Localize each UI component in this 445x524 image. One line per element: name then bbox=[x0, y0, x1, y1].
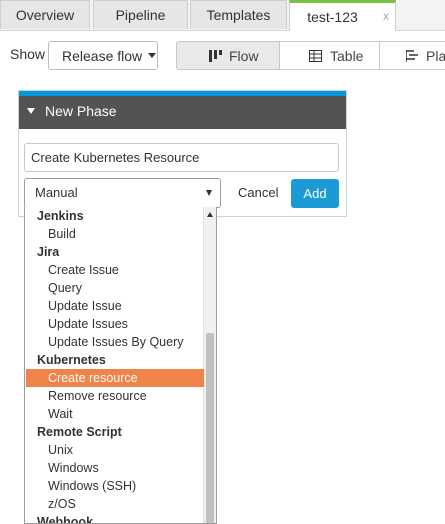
dropdown-option[interactable]: Update Issue bbox=[26, 297, 204, 315]
tab-label: test-123 bbox=[307, 9, 358, 25]
flow-label: Flow bbox=[229, 47, 259, 64]
tab-templates[interactable]: Templates bbox=[190, 0, 287, 29]
dropdown-option[interactable]: Build bbox=[26, 225, 204, 243]
dropdown-option[interactable]: z/OS bbox=[26, 495, 204, 513]
collapse-icon[interactable] bbox=[27, 108, 35, 114]
dropdown-option[interactable]: Update Issues By Query bbox=[26, 333, 204, 351]
dropdown-group-label: Webhook bbox=[37, 515, 94, 524]
panel-title: New Phase bbox=[45, 103, 117, 119]
flow-icon bbox=[209, 50, 222, 62]
dropdown-option[interactable]: Create resource bbox=[26, 369, 204, 387]
dropdown-group-label: Jenkins bbox=[37, 209, 84, 223]
dropdown-option[interactable]: Remove resource bbox=[26, 387, 204, 405]
dropdown-option[interactable]: Windows bbox=[26, 459, 204, 477]
tab-label: Overview bbox=[15, 7, 75, 23]
task-type-select[interactable]: Manual bbox=[24, 178, 221, 208]
scrollbar-thumb[interactable] bbox=[206, 333, 214, 523]
dropdown-option[interactable]: Create Issue bbox=[26, 261, 204, 279]
table-label: Table bbox=[330, 47, 364, 64]
chevron-down-icon bbox=[148, 53, 157, 58]
cancel-button[interactable]: Cancel bbox=[238, 185, 278, 200]
dropdown-group-label: Jira bbox=[37, 245, 60, 259]
task-type-value: Manual bbox=[35, 185, 78, 200]
plan-icon bbox=[406, 50, 418, 62]
dropdown-option[interactable]: Query bbox=[26, 279, 204, 297]
dropdown-group-label: Remote Script bbox=[37, 425, 122, 439]
chevron-down-icon bbox=[206, 190, 212, 196]
plan-label: Plan bbox=[426, 47, 445, 64]
add-button[interactable]: Add bbox=[291, 179, 339, 208]
table-view-button[interactable]: Table bbox=[279, 41, 380, 70]
task-title-input[interactable]: Create Kubernetes Resource bbox=[24, 143, 339, 172]
table-icon bbox=[309, 50, 322, 62]
scroll-up-icon[interactable] bbox=[207, 212, 213, 217]
view-select-value: Release flow bbox=[62, 47, 143, 64]
dropdown-option[interactable]: Update Issues bbox=[26, 315, 204, 333]
plan-view-button[interactable]: Plan bbox=[379, 41, 445, 70]
tab-pipeline[interactable]: Pipeline bbox=[93, 0, 188, 29]
tab-overview[interactable]: Overview bbox=[0, 0, 90, 29]
panel-header[interactable]: New Phase bbox=[19, 91, 346, 129]
show-label: Show bbox=[10, 46, 46, 62]
view-select-dropdown[interactable]: Release flow bbox=[48, 41, 158, 70]
tab-label: Pipeline bbox=[115, 7, 166, 23]
dropdown-option[interactable]: Unix bbox=[26, 441, 204, 459]
tab-test-123[interactable]: test-123 x bbox=[289, 0, 396, 31]
close-icon[interactable]: x bbox=[383, 9, 389, 23]
task-type-dropdown-list[interactable]: Jenkins Build Jira Create Issue Query Update … bbox=[24, 207, 217, 524]
dropdown-option[interactable]: Windows (SSH) bbox=[26, 477, 204, 495]
scrollbar[interactable] bbox=[203, 207, 216, 523]
flow-view-button[interactable]: Flow bbox=[176, 41, 280, 70]
tab-bar: Overview Pipeline Templates test-123 x bbox=[0, 0, 445, 31]
tab-label: Templates bbox=[206, 7, 271, 23]
dropdown-option[interactable]: Wait bbox=[26, 405, 204, 423]
dropdown-group-label: Kubernetes bbox=[37, 353, 106, 367]
